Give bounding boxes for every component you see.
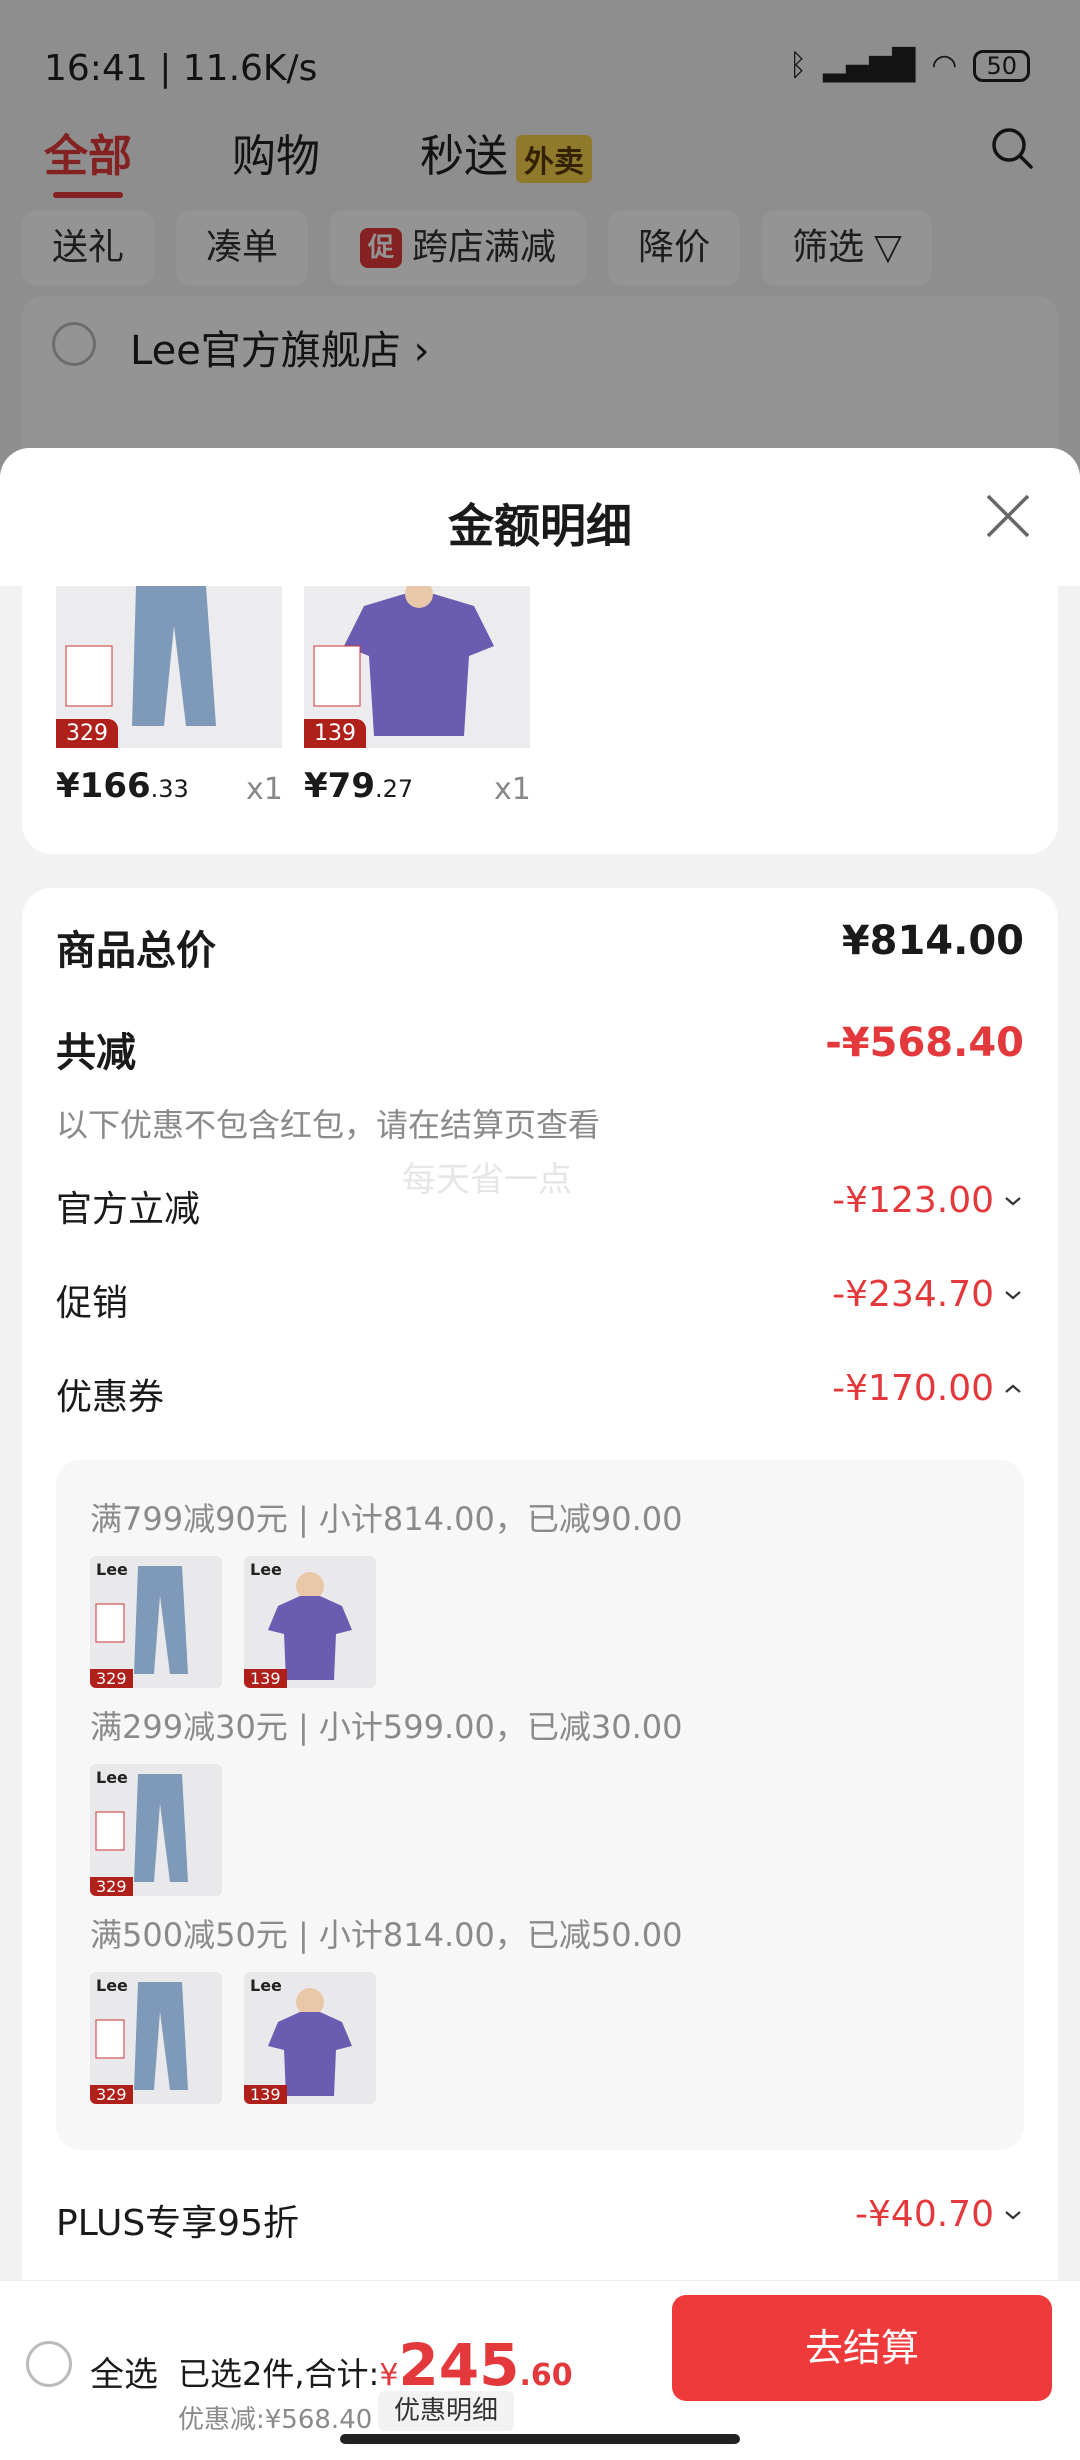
thumb-price-tag: 329 <box>90 2085 133 2104</box>
product-price: ¥79.27 <box>304 766 413 806</box>
close-icon[interactable] <box>980 488 1036 544</box>
official-label: 官方立减 <box>56 1189 201 1230</box>
discount-note: 以下优惠不包含红包，请在结算页查看 <box>56 1106 601 1144</box>
product-qty: x1 <box>494 772 531 807</box>
coupon-detail-box: 满799减90元 | 小计814.00，已减90.00 Lee 329 Lee … <box>56 1460 1024 2150</box>
summary-card: 商品总价 ¥814.00 共减 -¥568.40 以下优惠不包含红包，请在结算页… <box>22 888 1058 2358</box>
product-qty: x1 <box>246 772 283 807</box>
selected-text: 已选2件,合计: <box>178 2355 380 2393</box>
product-price-tag: 139 <box>304 719 366 748</box>
coupon-thumb-jeans: Lee 329 <box>90 1972 222 2104</box>
total-amount: ¥245.60 <box>379 2331 573 2399</box>
total-row: 商品总价 ¥814.00 <box>56 918 1024 978</box>
plus-label: PLUS专享95折 <box>56 2203 299 2244</box>
select-all-radio[interactable] <box>26 2341 72 2387</box>
promo-row[interactable]: 促销 -¥234.70 <box>56 1274 1024 1334</box>
thumb-price-tag: 139 <box>244 1669 287 1688</box>
total-value: ¥814.00 <box>841 918 1024 964</box>
product-price-int: ¥79 <box>304 766 375 806</box>
product-price-int: ¥166 <box>56 766 151 806</box>
product-price-dec: .33 <box>150 775 189 803</box>
coupon-thumb-jeans: Lee 329 <box>90 1556 222 1688</box>
total-int: 245 <box>398 2331 520 2399</box>
chevron-down-icon <box>1005 2210 1021 2219</box>
discount-detail-button[interactable]: 优惠明细 <box>378 2391 515 2431</box>
official-value-wrap: -¥123.00 <box>832 1180 1024 1221</box>
reduce-value: -¥568.40 <box>825 1020 1024 1066</box>
reduce-row: 共减 -¥568.40 <box>56 1020 1024 1080</box>
product-image-jeans: 329 <box>56 586 282 748</box>
product-price-tag: 329 <box>56 719 118 748</box>
products-card: 329 ¥166.33 x1 139 ¥79.27 x1 <box>22 586 1058 854</box>
product-price-dec: .27 <box>374 775 414 803</box>
chevron-down-icon <box>1005 1196 1021 1205</box>
chevron-up-icon <box>1005 1384 1021 1393</box>
coupon-title: 满500减50元 | 小计814.00，已减50.00 <box>90 1916 683 1954</box>
coupon-value: -¥170.00 <box>832 1368 994 1409</box>
amount-detail-sheet: 金额明细 329 ¥166.33 x1 139 ¥79.27 x1 商品总价 ¥… <box>0 448 1080 2460</box>
select-all-label[interactable]: 全选 <box>90 2347 158 2396</box>
product-image-tshirt: 139 <box>304 586 530 748</box>
coupon-row[interactable]: 优惠券 -¥170.00 <box>56 1368 1024 1428</box>
total-dec: .60 <box>519 2358 573 2393</box>
reduce-label: 共减 <box>56 1030 136 1076</box>
discount-summary: 优惠减:¥568.40 <box>178 2405 373 2435</box>
thumb-price-tag: 329 <box>90 1669 133 1688</box>
thumb-brand: Lee <box>96 1560 128 1579</box>
thumb-brand: Lee <box>250 1976 282 1995</box>
chevron-down-icon <box>1005 1290 1021 1299</box>
coupon-thumb-jeans: Lee 329 <box>90 1764 222 1896</box>
checkout-footer: 全选 已选2件,合计:¥245.60 优惠减:¥568.40 优惠明细 去结算 <box>0 2280 1080 2460</box>
home-indicator[interactable] <box>340 2434 740 2444</box>
thumb-brand: Lee <box>96 1976 128 1995</box>
thumb-price-tag: 329 <box>90 1877 133 1896</box>
coupon-title: 满299减30元 | 小计599.00，已减30.00 <box>90 1708 683 1746</box>
thumb-brand: Lee <box>250 1560 282 1579</box>
sheet-header: 金额明细 <box>0 448 1080 586</box>
promo-label: 促销 <box>56 1283 129 1324</box>
product-price: ¥166.33 <box>56 766 189 806</box>
coupon-value-wrap: -¥170.00 <box>832 1368 1024 1409</box>
sheet-title: 金额明细 <box>448 499 632 553</box>
coupon-thumb-tshirt: Lee 139 <box>244 1972 376 2104</box>
promo-value-wrap: -¥234.70 <box>832 1274 1024 1315</box>
official-value: -¥123.00 <box>832 1180 994 1221</box>
official-discount-row[interactable]: 官方立减 -¥123.00 <box>56 1180 1024 1240</box>
coupon-label: 优惠券 <box>56 1377 165 1418</box>
coupon-thumb-tshirt: Lee 139 <box>244 1556 376 1688</box>
checkout-button[interactable]: 去结算 <box>672 2295 1052 2401</box>
thumb-brand: Lee <box>96 1768 128 1787</box>
plus-value-wrap: -¥40.70 <box>855 2194 1024 2235</box>
promo-value: -¥234.70 <box>832 1274 994 1315</box>
total-label: 商品总价 <box>56 928 216 974</box>
coupon-title: 满799减90元 | 小计814.00，已减90.00 <box>90 1500 683 1538</box>
plus-discount-row[interactable]: PLUS专享95折 -¥40.70 <box>56 2194 1024 2254</box>
selected-summary: 已选2件,合计:¥245.60 <box>178 2331 573 2399</box>
plus-value: -¥40.70 <box>855 2194 994 2235</box>
currency-symbol: ¥ <box>379 2358 399 2393</box>
thumb-price-tag: 139 <box>244 2085 287 2104</box>
